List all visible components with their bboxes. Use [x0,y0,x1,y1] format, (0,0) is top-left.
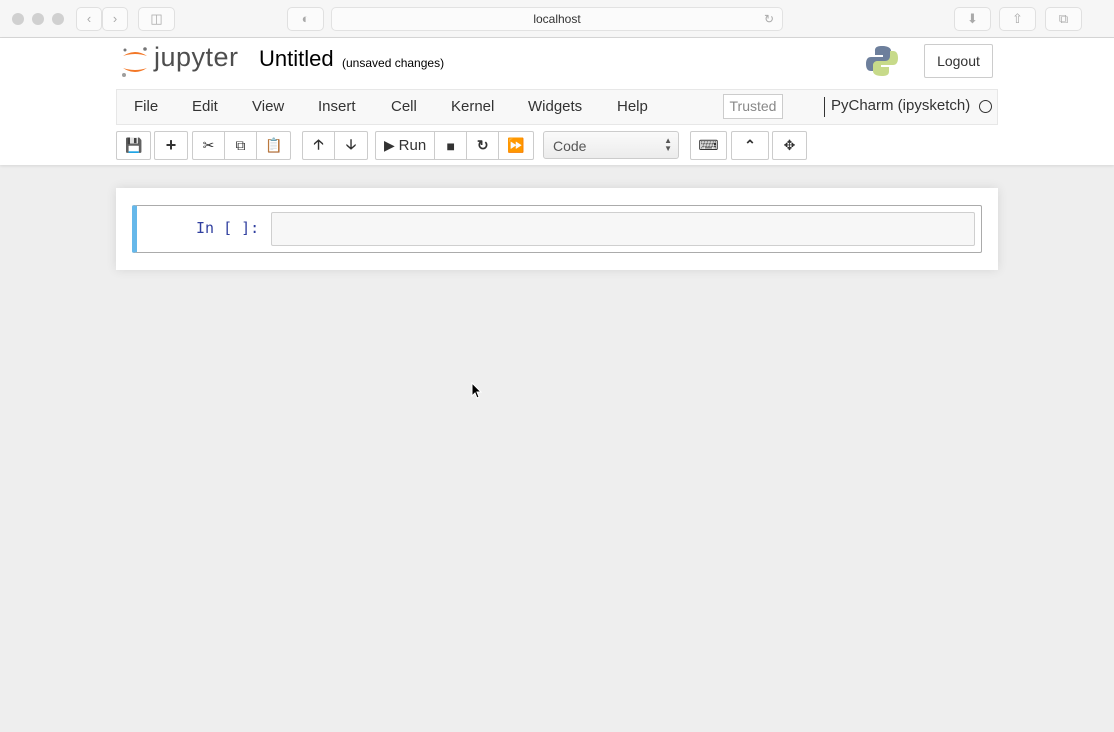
input-prompt: In [ ]: [196,219,260,237]
toggle-header-group: ⌃ [731,131,769,160]
restart-icon[interactable]: ↻ [467,132,500,159]
browser-toolbar: ‹ › ◫ ◐ localhost ↻ ⬇ ⇧ ⧉ [0,0,1114,38]
minimize-window-button[interactable] [32,13,44,25]
tabs-icon[interactable]: ⧉ [1045,7,1082,31]
cell-type-value: Code [553,138,587,154]
menu-kernel[interactable]: Kernel [451,98,494,115]
reload-icon[interactable]: ↻ [764,8,774,30]
menu-view[interactable]: View [252,98,284,115]
kernel-idle-indicator-icon [979,100,992,113]
jupyter-logo-icon [122,47,147,77]
copy-icon[interactable]: ⧉ [225,132,257,159]
select-arrows-icon: ▲ ▼ [664,136,672,153]
run-button[interactable]: ▶ Run [376,132,436,159]
address-bar[interactable]: localhost ↻ [331,7,783,31]
cell-type-select[interactable]: Code ▲ ▼ [543,131,679,159]
jupyter-logo-text[interactable]: jupyter [154,42,239,73]
menu-file[interactable]: File [134,98,158,115]
clipboard-group: ✂ ⧉ 📋 [192,131,292,160]
share-icon[interactable]: ⇧ [999,7,1036,31]
menu-help[interactable]: Help [617,98,648,115]
logout-button[interactable]: Logout [924,44,993,78]
trusted-indicator[interactable]: Trusted [723,94,783,119]
insert-group: + [154,131,188,160]
save-icon[interactable]: 💾 [117,132,150,159]
move-crosshair-icon[interactable]: ✥ [773,132,806,159]
paste-icon[interactable]: 📋 [257,132,290,159]
keyboard-shortcuts-icon[interactable]: ⌨ [691,132,726,159]
notebook-title[interactable]: Untitled [259,46,334,72]
run-group: ▶ Run ■ ↻ ⏩ [375,131,534,160]
restart-run-all-icon[interactable]: ⏩ [499,132,532,159]
privacy-shield-icon[interactable]: ◐ [287,7,324,31]
back-button[interactable]: ‹ [76,7,102,31]
sidebar-toggle-icon[interactable]: ◫ [138,7,175,31]
chevron-up-icon[interactable]: ⌃ [732,132,768,159]
kernel-name[interactable]: PyCharm (ipysketch) [824,97,970,117]
forward-button[interactable]: › [102,7,128,31]
save-group: 💾 [116,131,152,160]
move-down-icon[interactable]: 🡣 [335,132,367,159]
cell-input-editor[interactable] [271,212,975,246]
run-label: Run [398,137,427,154]
save-status: (unsaved changes) [342,56,445,70]
play-icon: ▶ [384,137,395,153]
menu-cell[interactable]: Cell [391,98,417,115]
zoom-window-button[interactable] [52,13,64,25]
mouse-pointer-icon [471,382,483,399]
menu-edit[interactable]: Edit [192,98,218,115]
close-window-button[interactable] [12,13,24,25]
move-group: 🡡 🡣 [302,131,368,160]
menu-insert[interactable]: Insert [318,98,356,115]
move-up-icon[interactable]: 🡡 [303,132,335,159]
cut-icon[interactable]: ✂ [193,132,225,159]
menu-widgets[interactable]: Widgets [528,98,582,115]
celltoolbar-group: ✥ [772,131,807,160]
python-logo-icon [866,46,898,76]
url-text: localhost [533,12,581,26]
interrupt-icon[interactable]: ■ [435,132,468,159]
add-cell-icon[interactable]: + [155,132,187,159]
keyboard-group: ⌨ [690,131,727,160]
downloads-icon[interactable]: ⬇ [954,7,991,31]
